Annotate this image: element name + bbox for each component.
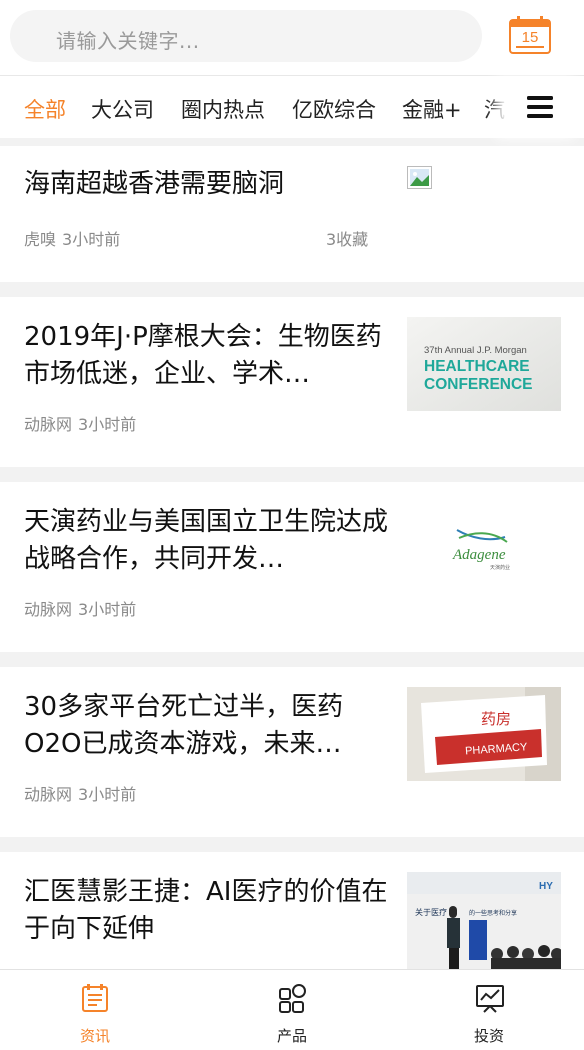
- svg-text:药房: 药房: [481, 710, 511, 728]
- article-time: 3小时前: [78, 415, 137, 434]
- calendar-day: 15: [522, 29, 539, 46]
- nav-products[interactable]: 产品: [232, 970, 352, 1050]
- article-meta: 动脉网 3小时前: [24, 781, 136, 805]
- thumbnail-text: HEALTHCARE: [424, 358, 530, 375]
- thumbnail-text: CONFERENCE: [424, 376, 533, 393]
- article-source: 动脉网: [24, 785, 73, 804]
- article-thumbnail: HY 关于医疗 的一些思考和分享: [407, 872, 561, 969]
- thumbnail-text: 37th Annual J.P. Morgan: [424, 345, 527, 356]
- article-time: 3小时前: [78, 600, 137, 619]
- article-title: 海南超越香港需要脑洞: [24, 169, 285, 199]
- article-meta: 动脉网 3小时前: [24, 411, 136, 435]
- article-title: 天演药业与美国国立卫生院达成战略合作，共同开发…: [24, 507, 389, 574]
- article-card[interactable]: 2019年J·P摩根大会：生物医药市场低迷，企业、学术… 动脉网 3小时前 37t…: [0, 297, 584, 467]
- article-thumbnail: 37th Annual J.P. Morgan HEALTHCARE CONFE…: [407, 317, 561, 411]
- tab-menu-button[interactable]: [506, 76, 584, 138]
- investment-icon: [476, 985, 504, 1013]
- article-meta: 动脉网 3小时前: [24, 596, 136, 620]
- nav-label: 产品: [276, 1027, 307, 1045]
- article-title: 汇医慧影王捷：AI医疗的价值在于向下延伸: [24, 877, 388, 944]
- menu-icon: [527, 96, 553, 118]
- nav-label: 资讯: [79, 1027, 110, 1045]
- article-title: 30多家平台死亡过半，医药O2O已成资本游戏，未来…: [24, 692, 344, 759]
- article-meta: 虎嗅 3小时前: [24, 226, 120, 250]
- products-icon: [279, 984, 306, 1013]
- article-card[interactable]: 天演药业与美国国立卫生院达成战略合作，共同开发… 动脉网 3小时前 Adagene…: [0, 482, 584, 652]
- article-source: 动脉网: [24, 415, 73, 434]
- svg-text:关于医疗: 关于医疗: [415, 907, 447, 917]
- article-favorites: 3收藏: [326, 230, 369, 249]
- article-source: 动脉网: [24, 600, 73, 619]
- tab-big-company[interactable]: 大公司: [91, 94, 154, 124]
- article-card[interactable]: 30多家平台死亡过半，医药O2O已成资本游戏，未来… 动脉网 3小时前 药房 PH…: [0, 667, 584, 837]
- article-title: 2019年J·P摩根大会：生物医药市场低迷，企业、学术…: [24, 322, 382, 389]
- broken-image-icon: [407, 166, 432, 189]
- tab-hot-topics[interactable]: 圈内热点: [181, 94, 265, 124]
- bottom-nav: 资讯 产品 投资: [0, 969, 584, 1050]
- adagene-logo: Adagene 天演药业: [407, 502, 561, 596]
- tab-yiou-general[interactable]: 亿欧综合: [292, 94, 376, 124]
- calendar-icon[interactable]: 15: [508, 15, 552, 55]
- article-time: 3小时前: [78, 785, 137, 804]
- svg-text:Adagene: Adagene: [452, 547, 506, 563]
- nav-news[interactable]: 资讯: [35, 970, 155, 1050]
- nav-label: 投资: [473, 1027, 504, 1045]
- nav-investment[interactable]: 投资: [429, 970, 549, 1050]
- top-header: 请输入关键字... 15: [0, 0, 584, 76]
- search-input[interactable]: 请输入关键字...: [10, 10, 482, 62]
- article-card[interactable]: 海南超越香港需要脑洞 虎嗅 3小时前 3收藏: [0, 146, 584, 282]
- category-tabs: 全部 大公司 圈内热点 亿欧综合 金融+ 汽车: [0, 76, 584, 138]
- svg-text:的一些思考和分享: 的一些思考和分享: [469, 909, 517, 917]
- search-placeholder: 请输入关键字...: [56, 29, 200, 53]
- article-card[interactable]: 汇医慧影王捷：AI医疗的价值在于向下延伸 HY 关于医疗 的一些思考和分享: [0, 852, 584, 969]
- svg-text:HY: HY: [539, 881, 553, 892]
- tab-all[interactable]: 全部: [24, 94, 66, 124]
- tab-finance[interactable]: 金融+: [402, 94, 462, 124]
- article-thumbnail: 药房 PHARMACY: [407, 687, 561, 781]
- article-time: 3小时前: [62, 230, 121, 249]
- svg-text:天演药业: 天演药业: [490, 564, 510, 571]
- news-icon: [82, 984, 108, 1012]
- article-source: 虎嗅: [24, 230, 57, 249]
